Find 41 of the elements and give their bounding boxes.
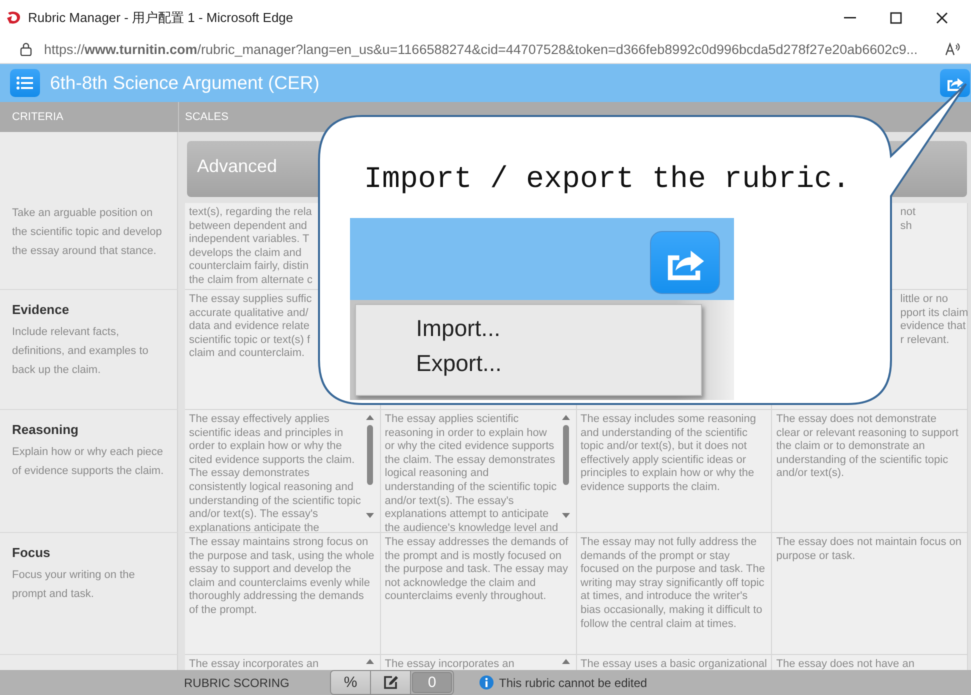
- window-title: Rubric Manager - 用户配置 1 - Microsoft Edge: [28, 8, 294, 26]
- cell-text: The essay addresses the demands of the prompt and is mostly focused on the purpose and task. The essay may not acknowledge the claim and counterclaims evenly throughout.: [384, 536, 570, 604]
- criterion-name: Focus: [12, 545, 52, 560]
- criterion-name: Reasoning: [12, 422, 80, 437]
- notice-text: This rubric cannot be edited: [499, 676, 648, 690]
- lock-icon: [20, 42, 32, 56]
- cell-text: little or no pport its claim evidence that r relevant.: [899, 293, 968, 348]
- cell-text: The essay incorporates an: [189, 658, 320, 670]
- cell-text: The essay does not have an: [776, 658, 916, 670]
- cell-text: The essay does not maintain focus on purpose or task.: [776, 536, 963, 564]
- cell-text: The essay does not demonstrate clear or relevant reasoning to support the claim or to demonstrate an understanding of the scientific topic and/or text(s).: [776, 413, 960, 482]
- close-icon: [936, 12, 948, 24]
- info-icon: [479, 675, 494, 690]
- criterion-description: Take an arguable position on the scientific topic and develop the essay around that stance.: [12, 206, 163, 259]
- read-aloud-icon[interactable]: [945, 42, 961, 56]
- edit-button[interactable]: [371, 671, 411, 694]
- cell-text: The essay includes some reasoning and understanding of the scientific topic and/or text(s), but it does not effectively apply scientific ideas or principles to explain how or why the evidence supports the claim.: [580, 413, 757, 495]
- column-header: CRITERIA: [11, 111, 64, 123]
- edit-icon: [382, 675, 398, 690]
- export-button[interactable]: [940, 69, 970, 97]
- rubric-title: 6th-8th Science Argument (CER): [50, 72, 320, 94]
- cell-text: The essay may not fully address the demands of the prompt or stay focused on the purpose and task. The writing may stray significantly off topic at times, and introduce the writer's bias occasionally, making it difficult to follow the central claim at times.: [580, 536, 766, 632]
- criterion-name: Evidence: [12, 302, 70, 317]
- cell-text: The essay incorporates an: [384, 658, 516, 670]
- criterion-description: Explain how or why each piece of evidence supports the claim.: [12, 445, 165, 479]
- list-icon: [16, 75, 34, 91]
- minimize-icon: [844, 16, 856, 18]
- cell-text: The essay uses a basic organizational: [580, 658, 768, 670]
- criterion-description: Include relevant facts, definitions, and examples to back up the claim.: [12, 325, 150, 378]
- cell-text: not sh: [899, 206, 916, 234]
- cell-text: text(s), regarding the rela between dependent and independent variables. T develops the claim and counterclaim fairly, distin the claim from alternate c: [189, 206, 314, 286]
- criterion-description: Focus your writing on the prompt and task.: [12, 568, 136, 602]
- scoring-label: RUBRIC SCORING: [184, 676, 290, 690]
- app-logo-icon: [6, 10, 22, 26]
- cell-text: The essay supplies suffic accurate qualitative and/ data and evidence relate scientific topic or text(s) f claim and counterclaim.: [189, 293, 313, 362]
- menu-button[interactable]: [10, 69, 40, 97]
- cell-text: The essay maintains strong focus on the purpose and task, using the whole essay to support and develop the claim and counterclaims evenly while thoroughly addressing the demands of the prompt.: [189, 536, 376, 618]
- scroll-up-icon[interactable]: [561, 658, 571, 665]
- maximize-icon: [890, 12, 902, 24]
- percent-button[interactable]: %: [331, 671, 371, 694]
- scroll-up-icon[interactable]: [365, 658, 376, 665]
